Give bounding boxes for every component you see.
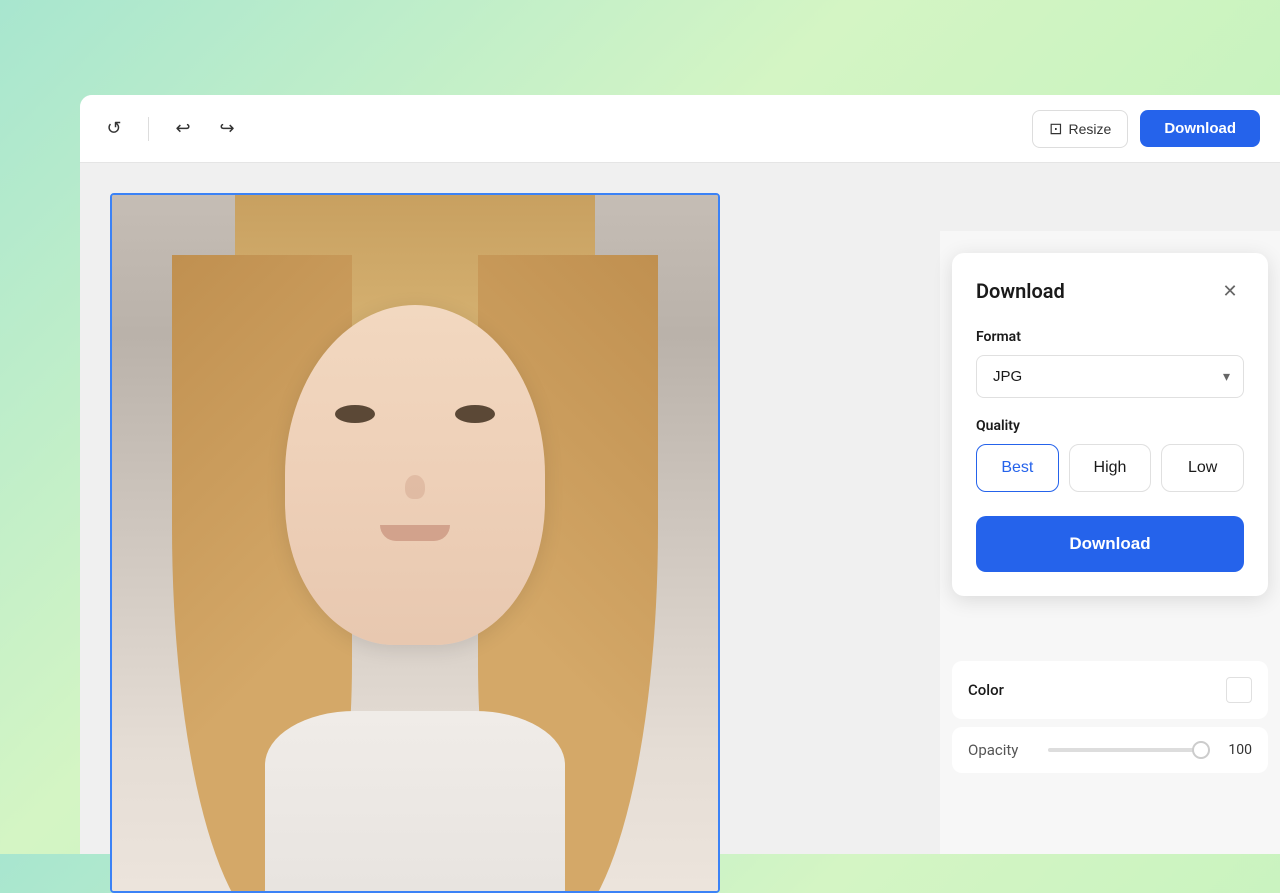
color-row: Color [952,661,1268,719]
quality-best-button[interactable]: Best [976,444,1059,492]
opacity-row: Opacity 100 [952,727,1268,773]
resize-button[interactable]: ⊡ Resize [1032,110,1128,148]
modal-title: Download [976,279,1065,303]
toolbar: ↺ ↩ ↪ ⊡ Resize Download [80,95,1280,163]
format-select[interactable]: JPG PNG WEBP PDF [976,355,1244,398]
back-icon[interactable]: ↺ [100,115,128,143]
format-select-wrapper: JPG PNG WEBP PDF ▾ [976,355,1244,398]
toolbar-right: ⊡ Resize Download [1032,110,1260,148]
toolbar-divider [148,117,149,141]
quality-options: Best High Low [976,444,1244,492]
quality-high-button[interactable]: High [1069,444,1152,492]
color-label: Color [968,681,1226,699]
photo-placeholder [112,195,718,891]
resize-label: Resize [1069,121,1112,137]
right-panel: Download ✕ Format JPG PNG WEBP PDF ▾ [940,231,1280,854]
quality-low-button[interactable]: Low [1161,444,1244,492]
modal-header: Download ✕ [976,277,1244,305]
photo-container [110,193,720,893]
opacity-label: Opacity [968,741,1048,759]
resize-icon: ⊡ [1049,119,1062,139]
color-section: Color Opacity 100 [940,661,1280,773]
color-swatch[interactable] [1226,677,1252,703]
modal-close-button[interactable]: ✕ [1216,277,1244,305]
opacity-value: 100 [1222,742,1252,758]
format-section: Format JPG PNG WEBP PDF ▾ [976,329,1244,398]
download-modal: Download ✕ Format JPG PNG WEBP PDF ▾ [952,253,1268,596]
toolbar-left: ↺ ↩ ↪ [100,115,241,143]
app-window: ↺ ↩ ↪ ⊡ Resize Download [80,95,1280,854]
download-header-button[interactable]: Download [1140,110,1260,147]
undo-icon[interactable]: ↩ [169,115,197,143]
opacity-slider-wrapper [1048,748,1210,752]
canvas-area: Download ✕ Format JPG PNG WEBP PDF ▾ [80,163,1280,854]
opacity-slider[interactable] [1048,748,1210,752]
format-label: Format [976,329,1244,345]
quality-section: Quality Best High Low [976,418,1244,492]
quality-label: Quality [976,418,1244,434]
redo-icon[interactable]: ↪ [213,115,241,143]
download-main-button[interactable]: Download [976,516,1244,572]
